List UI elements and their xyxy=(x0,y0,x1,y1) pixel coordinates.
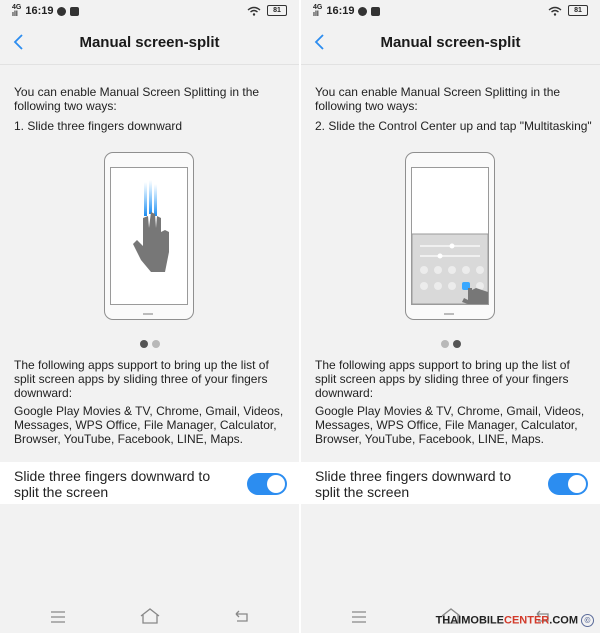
page-dot[interactable] xyxy=(452,340,461,348)
supported-apps-list: Google Play Movies & TV, Chrome, Gmail, … xyxy=(315,404,585,446)
intro-text: You can enable Manual Screen Splitting i… xyxy=(14,85,260,113)
page-title: Manual screen-split xyxy=(79,34,220,51)
navigation-bar xyxy=(0,606,299,633)
divider xyxy=(0,64,299,65)
hand-swipe-icon xyxy=(133,180,169,272)
support-description: The following apps support to bring up t… xyxy=(14,358,269,400)
setting-label: Slide three fingers downward to split th… xyxy=(315,468,512,500)
status-bar: 4G ıll 16:19 81 xyxy=(301,0,600,22)
copyright-icon: © xyxy=(581,614,594,627)
page-dot[interactable] xyxy=(139,340,148,348)
notification-icon xyxy=(70,6,80,16)
menu-icon[interactable] xyxy=(352,611,366,623)
setting-label: Slide three fingers downward to split th… xyxy=(14,468,211,500)
status-time: 16:19 xyxy=(326,5,355,17)
three-finger-split-toggle[interactable] xyxy=(548,473,588,495)
back-icon[interactable] xyxy=(233,609,249,623)
supported-apps-list: Google Play Movies & TV, Chrome, Gmail, … xyxy=(14,404,284,446)
three-finger-swipe-illustration xyxy=(104,152,194,320)
notification-icon xyxy=(358,6,368,16)
wifi-icon xyxy=(548,6,562,16)
network-indicator: 4G ıll xyxy=(313,4,323,18)
page-indicator xyxy=(301,340,600,348)
page-dot[interactable] xyxy=(440,340,449,348)
watermark: THAIMOBILECENTER.COM © xyxy=(436,614,594,627)
divider xyxy=(301,64,600,65)
screen-pane-2: 4G ıll 16:19 81 Manual screen-split You c… xyxy=(301,0,600,633)
screen-pane-1: 4G ıll 16:19 81 Manual screen-split You c… xyxy=(0,0,299,633)
intro-text: You can enable Manual Screen Splitting i… xyxy=(315,85,561,113)
step-text: 2. Slide the Control Center up and tap "… xyxy=(315,119,592,133)
control-center-illustration xyxy=(405,152,495,320)
status-bar: 4G ıll 16:19 81 xyxy=(0,0,299,22)
home-icon[interactable] xyxy=(140,607,160,625)
three-finger-split-toggle[interactable] xyxy=(247,473,287,495)
notification-icon xyxy=(371,6,381,16)
network-indicator: 4G ıll xyxy=(12,4,22,18)
page-dot[interactable] xyxy=(151,340,160,348)
title-bar: Manual screen-split xyxy=(301,22,600,64)
battery-icon: 81 xyxy=(267,5,287,16)
three-finger-split-setting[interactable]: Slide three fingers downward to split th… xyxy=(301,462,600,504)
control-center-tap-icon xyxy=(411,233,489,305)
three-finger-split-setting[interactable]: Slide three fingers downward to split th… xyxy=(0,462,299,504)
menu-icon[interactable] xyxy=(51,611,65,623)
page-indicator xyxy=(0,340,299,348)
battery-icon: 81 xyxy=(568,5,588,16)
support-description: The following apps support to bring up t… xyxy=(315,358,570,400)
notification-icon xyxy=(57,6,67,16)
status-time: 16:19 xyxy=(25,5,54,17)
title-bar: Manual screen-split xyxy=(0,22,299,64)
page-title: Manual screen-split xyxy=(380,34,521,51)
step-text: 1. Slide three fingers downward xyxy=(14,119,183,133)
wifi-icon xyxy=(247,6,261,16)
